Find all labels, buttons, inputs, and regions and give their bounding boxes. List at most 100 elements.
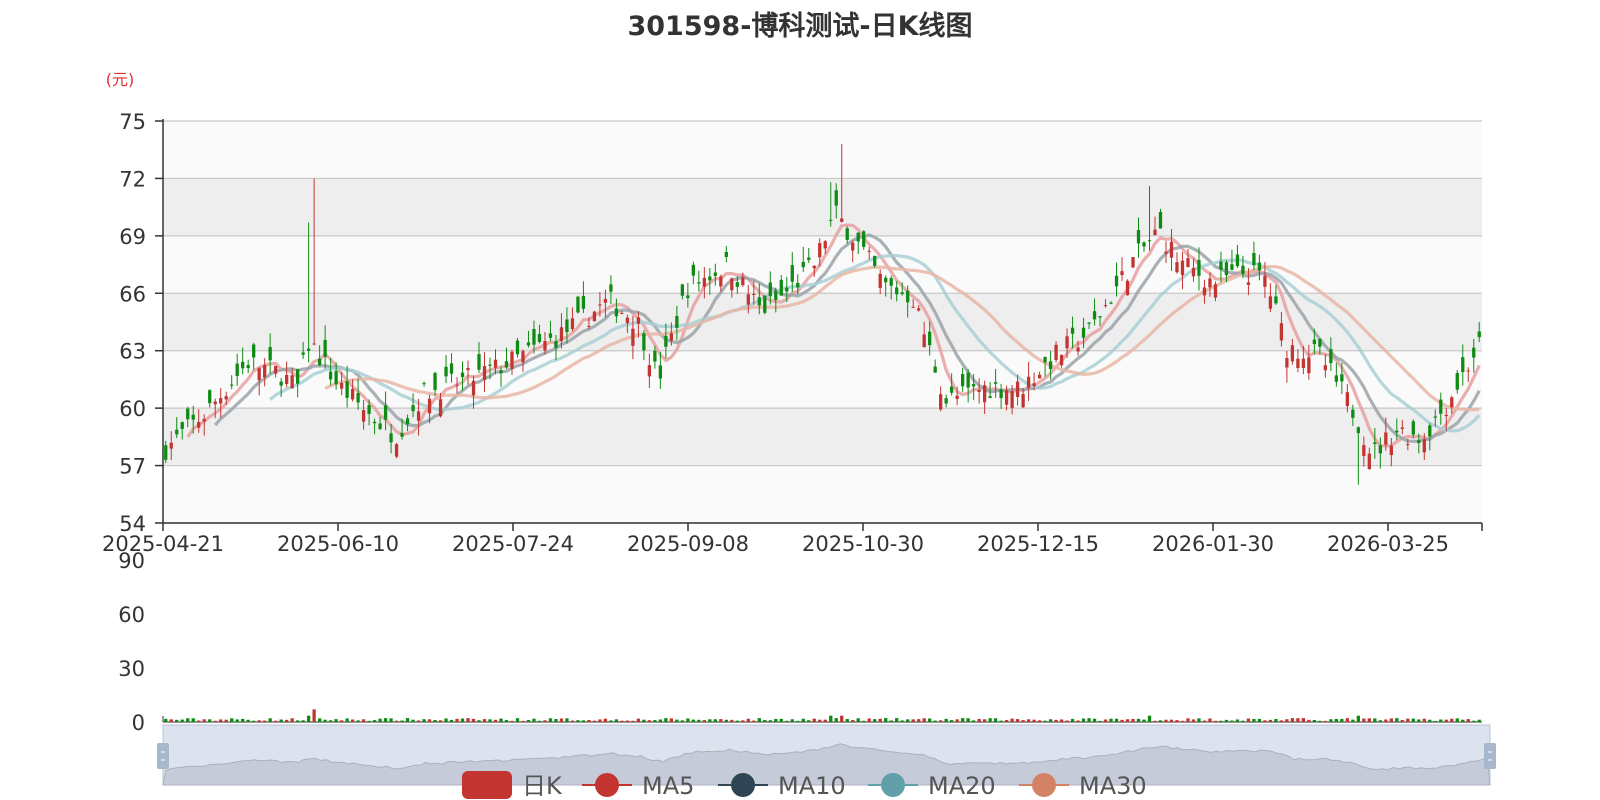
candle-body xyxy=(960,374,965,387)
volume-bar xyxy=(829,715,833,722)
candle-body xyxy=(328,371,333,380)
y-tick-label: 63 xyxy=(119,340,146,364)
candle-body xyxy=(757,297,761,306)
volume-bar xyxy=(1230,720,1234,722)
candle-body xyxy=(1109,302,1113,304)
candle-body xyxy=(840,218,844,222)
volume-bar xyxy=(1191,719,1196,722)
volume-bar xyxy=(730,719,734,722)
candle-body xyxy=(1340,374,1344,382)
candle-body xyxy=(686,295,690,299)
volume-bar xyxy=(796,720,800,722)
candle-body xyxy=(1087,322,1091,324)
candle-body xyxy=(933,366,937,373)
volume-bar xyxy=(840,715,844,722)
volume-bar xyxy=(383,718,388,722)
volume-bar xyxy=(1417,719,1421,722)
volume-bar xyxy=(1175,720,1179,722)
volume-bar xyxy=(263,720,267,722)
legend-label: MA10 xyxy=(778,772,846,800)
volume-bar xyxy=(378,718,382,722)
volume-bar xyxy=(515,718,520,722)
candle-body xyxy=(658,365,663,379)
candle-body xyxy=(922,334,926,348)
candle-body xyxy=(1015,381,1020,397)
volume-bar xyxy=(235,719,239,722)
candle-body xyxy=(1279,323,1284,341)
candle-body xyxy=(971,384,976,387)
candle-body xyxy=(1263,275,1267,287)
candle-body xyxy=(180,422,184,429)
volume-bar xyxy=(1103,719,1108,722)
candle-body xyxy=(1384,432,1388,445)
price-y-axis: 5457606366697275 xyxy=(119,110,164,536)
candle-body xyxy=(774,290,778,301)
candle-body xyxy=(323,339,327,357)
legend-kline-icon xyxy=(462,771,512,799)
candle-body xyxy=(1466,370,1470,372)
volume-bar xyxy=(1048,719,1053,722)
x-tick-label: 2025-09-08 xyxy=(627,532,749,556)
legend-item-ma30[interactable]: MA30 xyxy=(1019,772,1147,800)
volume-bar xyxy=(394,720,399,722)
volume-bar xyxy=(713,719,717,722)
volume-bar xyxy=(175,719,179,722)
volume-bar xyxy=(477,720,481,722)
volume-bar xyxy=(642,719,646,722)
slider-right-handle[interactable] xyxy=(1484,743,1496,769)
candle-body xyxy=(867,250,871,252)
volume-bar xyxy=(499,718,503,722)
candle-body xyxy=(1246,282,1251,285)
volume-bar xyxy=(982,719,987,722)
volume-bar xyxy=(862,720,866,722)
candle-body xyxy=(1147,240,1152,242)
candle-body xyxy=(466,368,470,371)
candle-body xyxy=(477,354,481,370)
candle-body xyxy=(164,445,168,460)
candle-body xyxy=(1373,442,1377,444)
volume-bar xyxy=(301,720,305,722)
candle-body xyxy=(724,251,728,257)
volume-bar xyxy=(1164,719,1168,722)
candle-body xyxy=(1406,444,1410,446)
candle-body xyxy=(235,363,239,377)
candle-body xyxy=(697,282,701,284)
slider-left-handle[interactable] xyxy=(157,743,169,769)
volume-bar xyxy=(675,719,679,722)
candle-body xyxy=(851,242,855,251)
volume-bar xyxy=(1032,719,1036,722)
candle-body xyxy=(1389,445,1393,455)
volume-bar xyxy=(741,720,745,722)
volume-bar xyxy=(268,718,272,722)
legend-item-ma20[interactable]: MA20 xyxy=(868,772,996,800)
price-band xyxy=(163,408,1482,466)
candle-body xyxy=(702,277,706,287)
candle-body xyxy=(664,335,668,347)
volume-bar xyxy=(389,718,393,722)
volume-bar xyxy=(186,718,190,722)
volume-bar xyxy=(191,718,195,722)
candle-body xyxy=(834,190,838,206)
volume-bar xyxy=(422,719,426,722)
candle-body xyxy=(1323,365,1328,371)
candle-body xyxy=(493,359,498,368)
candle-body xyxy=(911,306,915,308)
volume-bar xyxy=(537,720,542,722)
volume-bar xyxy=(427,719,432,722)
volume-bar xyxy=(807,720,811,722)
legend-item-ma10[interactable]: MA10 xyxy=(718,772,846,800)
candle-body xyxy=(565,319,569,333)
candle-body xyxy=(1252,252,1256,266)
volume-bar xyxy=(504,720,509,722)
volume-bar xyxy=(1367,718,1371,722)
volume-bar xyxy=(1274,718,1278,722)
candle-body xyxy=(191,414,195,420)
candle-body xyxy=(741,277,745,286)
candle-body xyxy=(993,382,998,384)
volume-bar xyxy=(1428,719,1432,722)
volume-bar xyxy=(1400,720,1404,722)
candle-body xyxy=(878,273,882,288)
candle-body xyxy=(1241,265,1245,275)
candle-body xyxy=(1274,296,1278,304)
candle-body xyxy=(1186,258,1190,267)
